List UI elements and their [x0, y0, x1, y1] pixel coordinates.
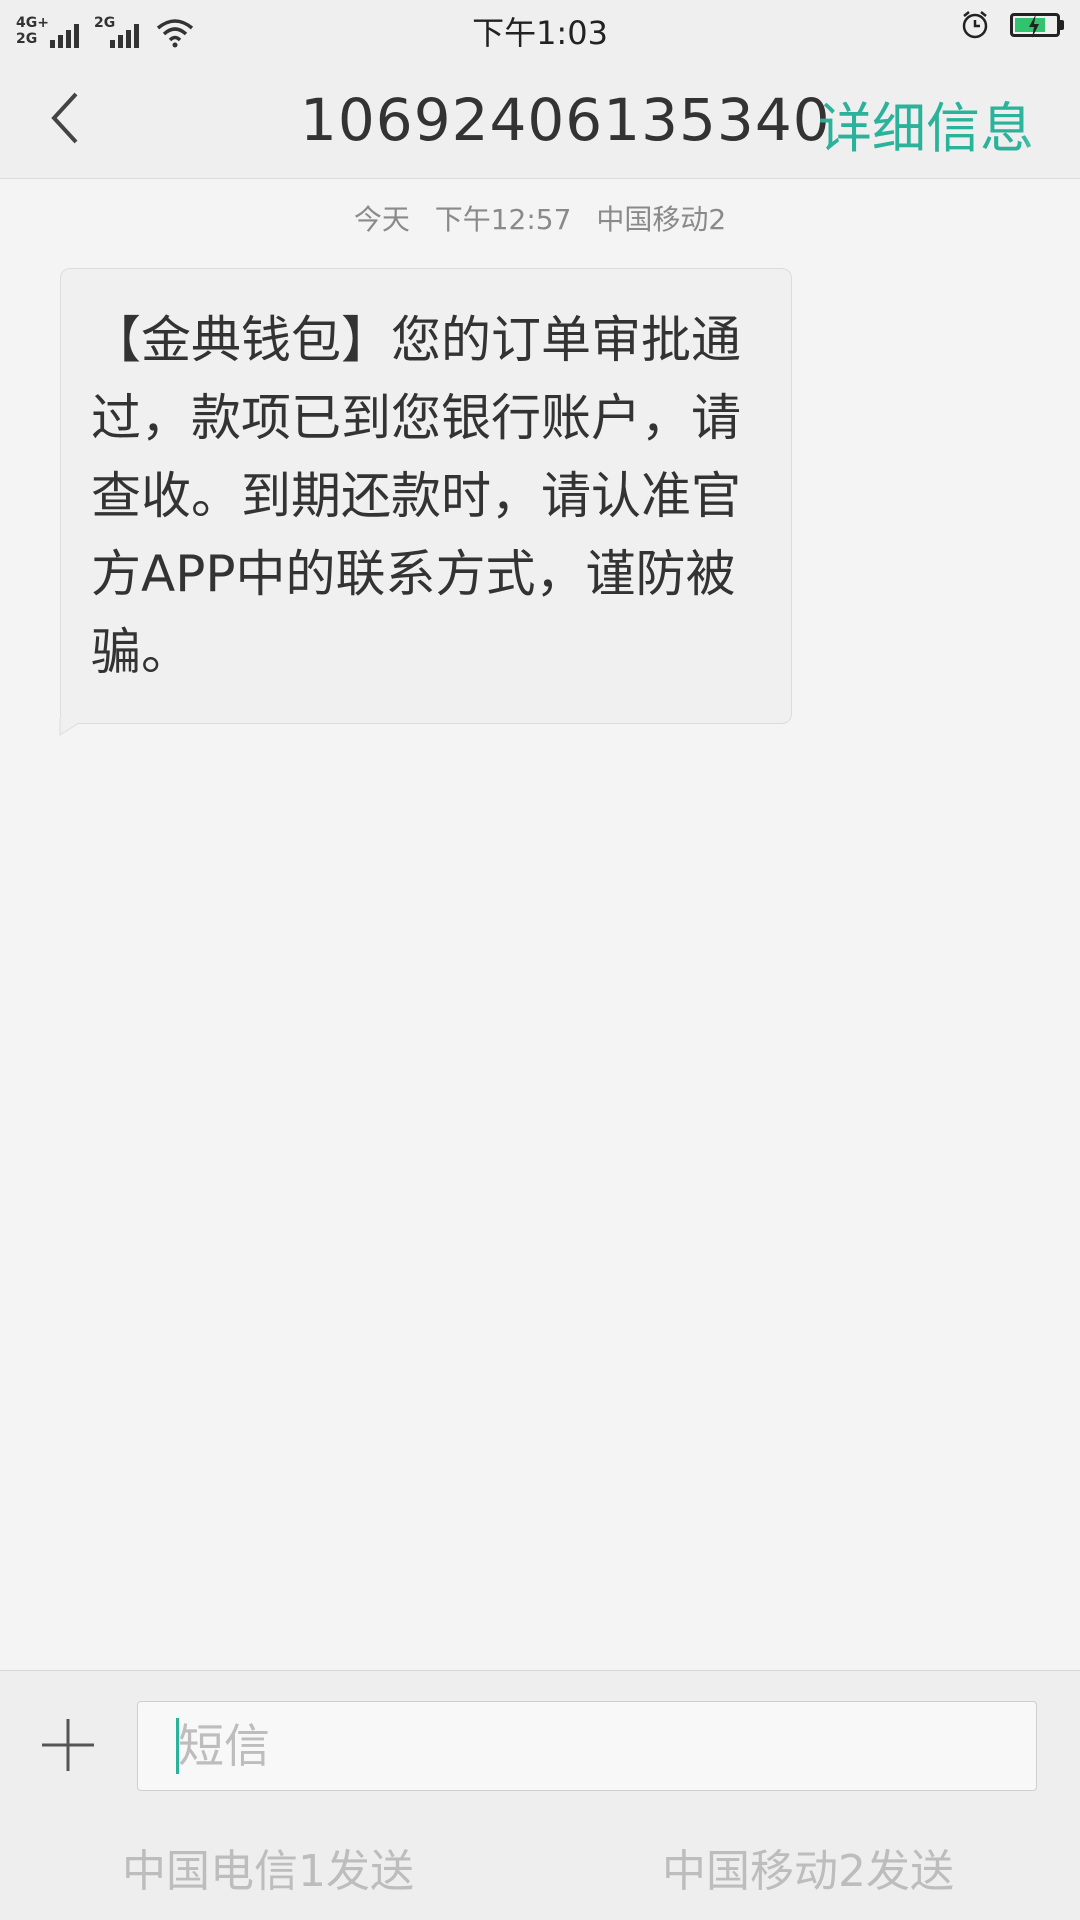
text-caret [176, 1718, 179, 1774]
add-attachment-button[interactable] [38, 1715, 98, 1775]
battery-indicator [1010, 13, 1064, 38]
battery-tip [1060, 20, 1064, 30]
back-button[interactable] [40, 88, 100, 148]
message-time: 下午12:57 [434, 203, 572, 236]
sms-conversation-screen: 4G+ 2G 2G 下午1:03 10692406135340 详细信息 今天 … [0, 0, 1080, 1920]
contact-number-title: 10692406135340 [300, 86, 831, 154]
conversation-header: 10692406135340 详细信息 [0, 58, 1080, 179]
details-label: 详细信息 [818, 97, 1034, 154]
send-sim2-button[interactable]: 中国移动2发送 [662, 1835, 954, 1899]
send-sim1-button[interactable]: 中国电信1发送 [122, 1835, 414, 1899]
status-right-icons [960, 10, 1064, 40]
message-timestamp: 今天 下午12:57 中国移动2 [0, 198, 1080, 238]
sms-input[interactable] [137, 1701, 1037, 1791]
message-sim: 中国移动2 [596, 203, 727, 236]
battery-icon [1010, 13, 1060, 38]
message-text: 【金典钱包】您的订单审批通过，款项已到您银行账户，请查收。到期还款时，请认准官方… [91, 311, 741, 681]
incoming-message-bubble[interactable]: 【金典钱包】您的订单审批通过，款项已到您银行账户，请查收。到期还款时，请认准官方… [60, 268, 792, 724]
alarm-icon [962, 11, 988, 39]
details-button[interactable]: 详细信息 [818, 84, 1080, 154]
message-day: 今天 [353, 203, 410, 236]
compose-bar: 中国电信1发送 中国移动2发送 [0, 1670, 1080, 1920]
details-fade [1020, 84, 1080, 154]
bubble-tail [59, 718, 81, 736]
status-bar: 4G+ 2G 2G 下午1:03 [0, 0, 1080, 58]
charging-bolt-icon [1029, 14, 1039, 38]
status-time: 下午1:03 [472, 14, 608, 52]
